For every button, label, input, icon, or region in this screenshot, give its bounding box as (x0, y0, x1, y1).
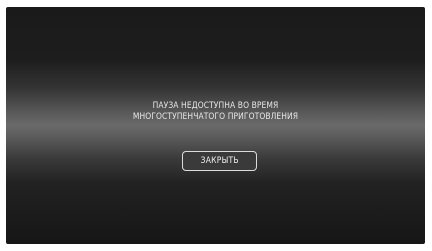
close-button[interactable]: ЗАКРЫТЬ (182, 151, 257, 171)
dialog-message-line-1: ПАУЗА НЕДОСТУПНА ВО ВРЕМЯ (152, 101, 279, 111)
dialog-message: ПАУЗА НЕДОСТУПНА ВО ВРЕМЯ МНОГОСТУПЕНЧАТ… (31, 101, 400, 123)
close-button-label: ЗАКРЫТЬ (200, 155, 239, 166)
display-screen: ПАУЗА НЕДОСТУПНА ВО ВРЕМЯ МНОГОСТУПЕНЧАТ… (6, 7, 425, 244)
dialog-message-line-2: МНОГОСТУПЕНЧАТОГО ПРИГОТОВЛЕНИЯ (132, 112, 299, 122)
